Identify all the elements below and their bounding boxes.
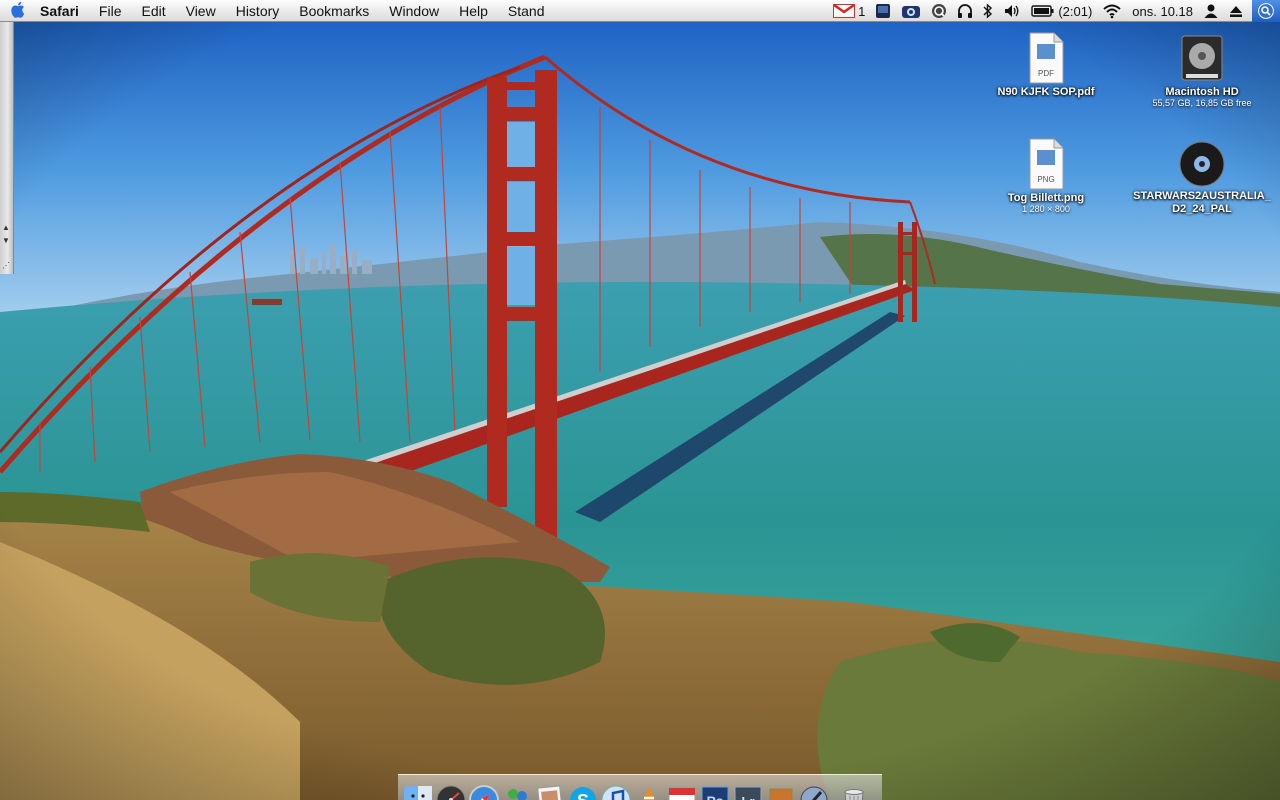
eject-menu[interactable] xyxy=(1224,0,1248,22)
menu-app-name[interactable]: Safari xyxy=(34,0,89,22)
user-icon xyxy=(1203,3,1219,19)
dock-xcode[interactable] xyxy=(798,784,830,800)
dock-safari[interactable] xyxy=(468,784,500,800)
desktop-icon-label: Macintosh HD xyxy=(1165,86,1239,98)
dock-separator xyxy=(831,784,837,800)
menu-file[interactable]: File xyxy=(89,0,132,22)
itunes-icon xyxy=(600,784,632,800)
finder-icon xyxy=(402,784,434,800)
apple-menu[interactable] xyxy=(0,0,34,22)
spotlight-button[interactable] xyxy=(1252,0,1280,22)
pdf-document-icon: PDF xyxy=(1027,32,1065,84)
gmail-notifier[interactable]: 1 xyxy=(828,0,870,22)
headphones-menu[interactable] xyxy=(952,0,978,22)
wifi-icon xyxy=(1102,3,1122,19)
gmail-count: 1 xyxy=(858,3,866,19)
menu-bookmarks[interactable]: Bookmarks xyxy=(289,0,379,22)
battery-time: (2:01) xyxy=(1058,3,1093,19)
keynote-icon xyxy=(765,784,797,800)
dock-messenger[interactable] xyxy=(501,784,533,800)
desktop-icon-label: N90 KJFK SOP.pdf xyxy=(997,86,1095,98)
battery-icon xyxy=(1031,4,1055,18)
quicksilver-menu[interactable] xyxy=(926,0,952,22)
menu-view[interactable]: View xyxy=(176,0,226,22)
skype-icon: S xyxy=(567,784,599,800)
desktop-icon-info: 1 280 × 800 xyxy=(1022,204,1070,214)
menu-window[interactable]: Window xyxy=(379,0,449,22)
trash-icon xyxy=(838,784,870,800)
gmail-icon xyxy=(833,4,856,18)
messenger-icon xyxy=(501,784,533,800)
eject-icon xyxy=(1229,4,1243,18)
time-machine-menu[interactable] xyxy=(870,0,896,22)
desktop[interactable]: ▲ ▼ ⋰ PDF N90 KJFK SOP.pdf Macintosh HD … xyxy=(0,22,1280,800)
apple-icon xyxy=(10,1,25,21)
lightroom-label: Lr xyxy=(742,794,755,800)
capture-menu[interactable] xyxy=(896,0,926,22)
menu-edit[interactable]: Edit xyxy=(131,0,175,22)
menu-history[interactable]: History xyxy=(226,0,290,22)
menu-help[interactable]: Help xyxy=(449,0,498,22)
dashboard-icon xyxy=(435,784,467,800)
png-image-icon: PNG xyxy=(1027,138,1065,190)
svg-text:S: S xyxy=(577,791,589,800)
quicksilver-icon xyxy=(931,3,947,19)
xcode-icon xyxy=(798,784,830,800)
volume-icon xyxy=(1003,3,1021,19)
dock-dashboard[interactable] xyxy=(435,784,467,800)
dock-lightroom[interactable]: Lr xyxy=(732,784,764,800)
desktop-icon-pdf[interactable]: PDF N90 KJFK SOP.pdf xyxy=(976,32,1116,98)
dock-preview[interactable] xyxy=(534,784,566,800)
dock-ical[interactable]: 17 xyxy=(666,784,698,800)
desktop-icon-label: Tog Billett.png xyxy=(1007,192,1085,204)
desktop-icon-info: 55,57 GB, 16,85 GB free xyxy=(1152,98,1252,108)
background-window-edge[interactable]: ▲ ▼ ⋰ xyxy=(0,22,14,274)
dock-finder[interactable] xyxy=(402,784,434,800)
scroll-down-arrow[interactable]: ▼ xyxy=(1,235,11,246)
dvd-disc-icon xyxy=(1178,140,1226,188)
desktop-icon-label: STARWARS2AUSTRALIA_D2_24_PAL xyxy=(1133,190,1271,215)
lightroom-icon: Lr xyxy=(732,784,764,800)
volume-menu[interactable] xyxy=(998,0,1026,22)
capture-icon xyxy=(901,3,921,19)
preview-icon xyxy=(534,784,566,800)
dock-keynote[interactable] xyxy=(765,784,797,800)
dock-vlc[interactable] xyxy=(633,784,665,800)
menu-stand[interactable]: Stand xyxy=(498,0,555,22)
dock-skype[interactable]: S xyxy=(567,784,599,800)
desktop-icon-png[interactable]: PNG Tog Billett.png 1 280 × 800 xyxy=(976,138,1116,214)
headphones-icon xyxy=(957,3,973,19)
svg-text:PDF: PDF xyxy=(1038,69,1054,78)
dock: S 17 Ps Lr xyxy=(402,784,870,800)
bluetooth-icon xyxy=(983,3,993,19)
hard-drive-icon xyxy=(1180,32,1224,84)
dock-itunes[interactable] xyxy=(600,784,632,800)
desktop-icon-dvd[interactable]: STARWARS2AUSTRALIA_D2_24_PAL xyxy=(1132,140,1272,216)
svg-text:PNG: PNG xyxy=(1037,175,1054,184)
user-menu[interactable] xyxy=(1198,0,1224,22)
wifi-menu[interactable] xyxy=(1097,0,1127,22)
bluetooth-menu[interactable] xyxy=(978,0,998,22)
status-menus: 1 (2:01) ons. 10.18 xyxy=(828,0,1280,22)
dock-trash[interactable] xyxy=(838,784,870,800)
spotlight-icon xyxy=(1258,3,1274,19)
clock[interactable]: ons. 10.18 xyxy=(1127,0,1198,22)
resize-grip-icon[interactable]: ⋰ xyxy=(1,260,11,271)
menu-bar: Safari File Edit View History Bookmarks … xyxy=(0,0,1280,22)
dock-photoshop[interactable]: Ps xyxy=(699,784,731,800)
photoshop-label: Ps xyxy=(706,793,723,800)
battery-menu[interactable]: (2:01) xyxy=(1026,0,1097,22)
desktop-icon-macintosh-hd[interactable]: Macintosh HD 55,57 GB, 16,85 GB free xyxy=(1132,32,1272,108)
safari-icon xyxy=(468,784,500,800)
photoshop-icon: Ps xyxy=(699,784,731,800)
scroll-up-arrow[interactable]: ▲ xyxy=(1,222,11,233)
time-machine-icon xyxy=(875,3,891,19)
ical-icon: 17 xyxy=(666,784,698,800)
vlc-icon xyxy=(633,784,665,800)
